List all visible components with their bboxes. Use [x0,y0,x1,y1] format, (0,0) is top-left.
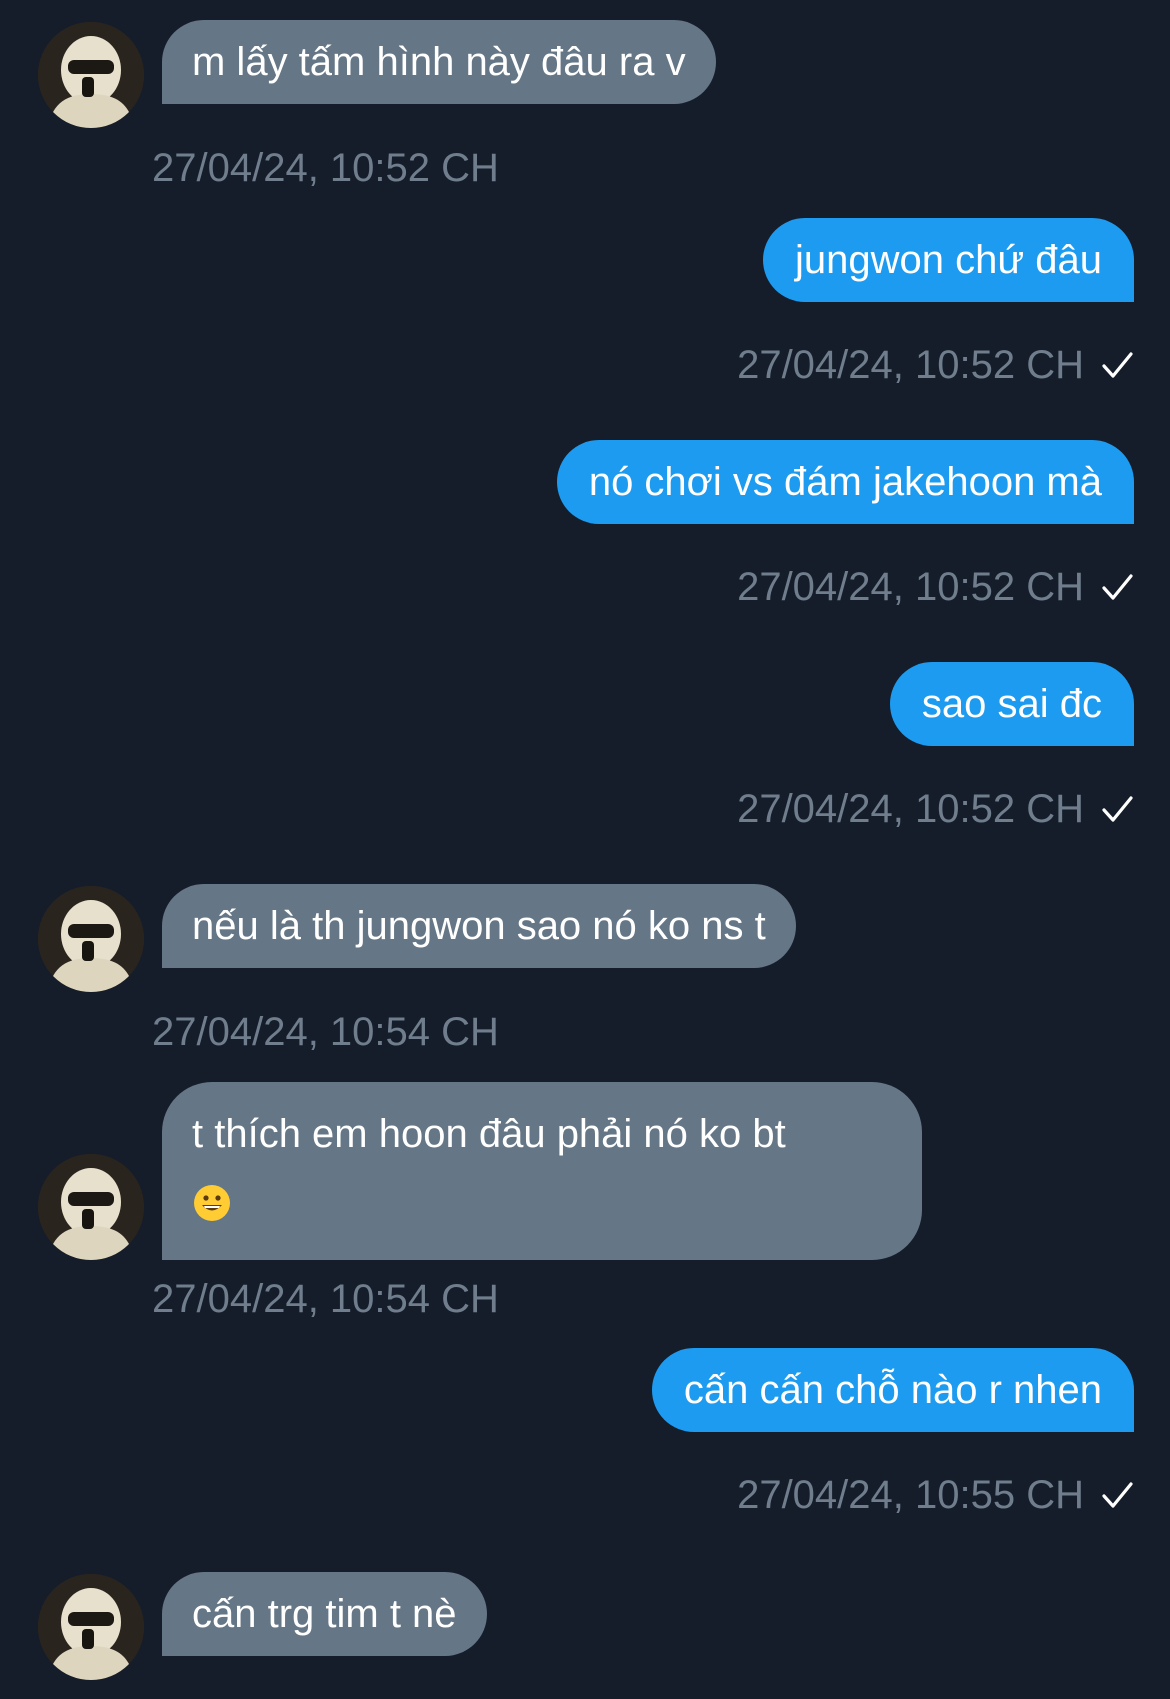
message-bubble[interactable]: sao sai đc [889,662,1134,746]
message-timestamp: 27/04/24, 10:52 CH [737,343,1084,387]
message-timestamp-row: 27/04/24, 10:55 CH [737,1471,1134,1519]
message-timestamp: 27/04/24, 10:52 CH [737,565,1084,609]
message-bubble[interactable]: m lấy tấm hình này đâu ra v [162,20,716,104]
message-text: cấn trg tim t nè [192,1592,457,1636]
message-text: t thích em hoon đâu phải nó ko bt [192,1112,786,1156]
check-icon [1102,796,1133,822]
check-icon [1102,352,1133,378]
message-bubble[interactable]: cấn trg tim t nè [162,1572,487,1656]
message-text: cấn cấn chỗ nào r nhen [683,1368,1102,1412]
message-timestamp-row: 27/04/24, 10:52 CH [737,341,1134,389]
check-icon [1102,1482,1133,1508]
message-text: m lấy tấm hình này đâu ra v [192,40,686,84]
message-text: sao sai đc [921,682,1102,726]
message-bubble[interactable]: nó chơi vs đám jakehoon mà [556,440,1134,524]
message-timestamp: 27/04/24, 10:54 CH [152,1277,499,1321]
check-icon [1102,574,1133,600]
message-bubble[interactable]: cấn cấn chỗ nào r nhen [651,1348,1134,1432]
message-timestamp: 27/04/24, 10:52 CH [152,146,499,190]
message-text: jungwon chứ đâu [795,238,1102,282]
message-timestamp: 27/04/24, 10:55 CH [737,1473,1084,1517]
message-text: nếu là th jungwon sao nó ko ns t [192,904,766,948]
message-bubble[interactable]: jungwon chứ đâu [763,218,1134,302]
message-text: nó chơi vs đám jakehoon mà [588,460,1102,504]
message-timestamp-row: 27/04/24, 10:52 CH [737,785,1134,833]
message-timestamp: 27/04/24, 10:52 CH [737,787,1084,831]
avatar[interactable] [38,1574,144,1680]
message-timestamp-row: 27/04/24, 10:52 CH [737,563,1134,611]
avatar[interactable] [38,1154,144,1260]
message-timestamp: 27/04/24, 10:54 CH [152,1010,499,1054]
message-bubble[interactable]: nếu là th jungwon sao nó ko ns t [162,884,796,968]
avatar[interactable] [38,22,144,128]
message-bubble[interactable]: t thích em hoon đâu phải nó ko bt [162,1082,922,1260]
grinning-face-icon [194,1185,230,1222]
avatar[interactable] [38,886,144,992]
